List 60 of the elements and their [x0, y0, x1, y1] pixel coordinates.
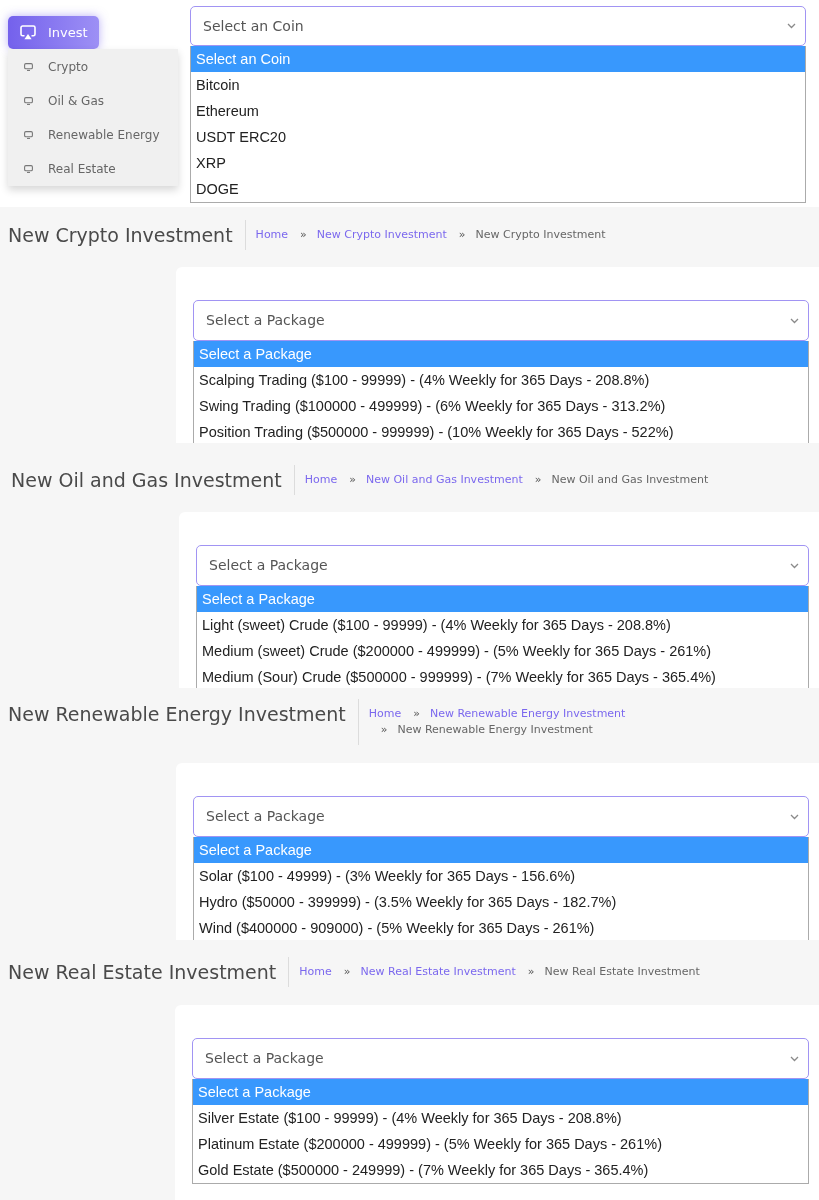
dropdown-option[interactable]: Platinum Estate ($200000 - 499999) - (5% Weekly for 365 Days - 261%) — [193, 1131, 808, 1157]
breadcrumb-separator: » — [342, 964, 352, 980]
breadcrumb-separator: » — [526, 964, 536, 980]
page-title: New Renewable Energy Investment — [8, 702, 346, 727]
monitor-icon — [24, 63, 33, 71]
dropdown-option[interactable]: XRP — [191, 150, 805, 176]
breadcrumb-link[interactable]: New Renewable Energy Investment — [429, 706, 626, 722]
submenu-item[interactable]: Oil & Gas — [8, 84, 178, 118]
submenu-item[interactable]: Real Estate — [8, 152, 178, 186]
submenu-item[interactable]: Crypto — [8, 50, 178, 84]
chevron-down-icon — [790, 1055, 799, 1062]
screen-icon — [20, 25, 36, 40]
breadcrumb-separator: » — [299, 227, 308, 243]
breadcrumb-link[interactable]: New Real Estate Investment — [360, 964, 516, 980]
page-title: New Crypto Investment — [8, 223, 233, 248]
breadcrumb-link[interactable]: Home — [304, 472, 338, 488]
page-title: New Oil and Gas Investment — [11, 468, 282, 493]
package-select[interactable]: Select a Package — [196, 545, 809, 586]
package-select[interactable]: Select a Package — [192, 1038, 809, 1079]
breadcrumb-separator: » — [412, 706, 421, 722]
dropdown-option[interactable]: Medium (sweet) Crude ($200000 - 499999) - (5% Weekly for 365 Days - 261%) — [197, 638, 808, 664]
dropdown-option[interactable]: Hydro ($50000 - 399999) - (3.5% Weekly for 365 Days - 182.7%) — [194, 889, 808, 915]
dropdown-option[interactable]: Swing Trading ($100000 - 499999) - (6% Weekly for 365 Days - 313.2%) — [194, 393, 808, 419]
breadcrumb-link[interactable]: New Crypto Investment — [316, 227, 447, 243]
chevron-down-icon — [790, 562, 799, 569]
dropdown-option[interactable]: DOGE — [191, 176, 805, 202]
breadcrumb-separator: » — [457, 227, 467, 243]
monitor-icon — [24, 97, 33, 105]
breadcrumb-separator: » — [379, 722, 389, 738]
dropdown-option[interactable]: Medium (Sour) Crude ($500000 - 999999) - (7% Weekly for 365 Days - 365.4%) — [197, 664, 808, 688]
breadcrumb-separator: » — [348, 472, 357, 488]
chevron-down-icon — [790, 317, 799, 324]
breadcrumb-current: New Crypto Investment — [475, 227, 606, 243]
breadcrumb-separator: » — [533, 472, 543, 488]
dropdown-option[interactable]: Light (sweet) Crude ($100 - 99999) - (4% Weekly for 365 Days - 208.8%) — [197, 612, 808, 638]
dropdown-option[interactable]: Position Trading ($500000 - 999999) - (10% Weekly for 365 Days - 522%) — [194, 419, 808, 443]
breadcrumb-current: New Real Estate Investment — [544, 964, 700, 980]
dropdown-option[interactable]: Gold Estate ($500000 - 249999) - (7% Weekly for 365 Days - 365.4%) — [193, 1157, 808, 1183]
coin-select[interactable]: Select an Coin — [190, 6, 806, 46]
breadcrumb-link[interactable]: New Oil and Gas Investment — [365, 472, 523, 488]
breadcrumb-current: New Oil and Gas Investment — [551, 472, 709, 488]
chevron-down-icon — [790, 813, 799, 820]
dropdown-option[interactable]: USDT ERC20 — [191, 124, 805, 150]
monitor-icon — [24, 165, 33, 173]
breadcrumb-link[interactable]: Home — [255, 227, 289, 243]
breadcrumb-current: New Renewable Energy Investment — [397, 722, 593, 738]
dropdown-option[interactable]: Ethereum — [191, 98, 805, 124]
dropdown-option[interactable]: Scalping Trading ($100 - 99999) - (4% Weekly for 365 Days - 208.8%) — [194, 367, 808, 393]
page-title: New Real Estate Investment — [8, 960, 277, 985]
package-select[interactable]: Select a Package — [193, 796, 809, 837]
dropdown-option[interactable]: Solar ($100 - 49999) - (3% Weekly for 365 Days - 156.6%) — [194, 863, 808, 889]
dropdown-option[interactable]: Wind ($400000 - 909000) - (5% Weekly for 365 Days - 261%) — [194, 915, 808, 940]
dropdown-option[interactable]: Silver Estate ($100 - 99999) - (4% Weekly for 365 Days - 208.8%) — [193, 1105, 808, 1131]
monitor-icon — [24, 131, 33, 139]
breadcrumb-link[interactable]: Home — [299, 964, 332, 980]
submenu-item[interactable]: Renewable Energy — [8, 118, 178, 152]
dropdown-option[interactable]: Bitcoin — [191, 72, 805, 98]
package-select[interactable]: Select a Package — [193, 300, 809, 341]
breadcrumb-link[interactable]: Home — [368, 706, 402, 722]
chevron-down-icon — [787, 23, 796, 29]
